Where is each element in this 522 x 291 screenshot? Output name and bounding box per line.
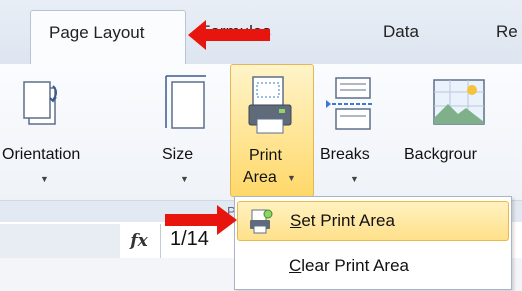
clear-print-area-label: Clear Print Area — [289, 256, 409, 276]
dropdown-arrow-icon: ▼ — [350, 174, 359, 184]
print-area-label-line2: Area — [243, 169, 277, 186]
background-icon — [433, 79, 485, 125]
dropdown-arrow-icon: ▼ — [40, 174, 49, 184]
size-button[interactable]: Size ▼ — [154, 64, 214, 194]
set-print-area-label: Set Print Area — [290, 211, 395, 231]
fx-label: fx — [130, 231, 148, 251]
breaks-icon — [326, 77, 374, 130]
set-print-area-item[interactable]: Set Print Area — [237, 201, 509, 241]
clear-print-area-text: lear Print Area — [301, 256, 410, 275]
print-area-button[interactable]: Print Area ▼ — [230, 64, 314, 197]
annotation-arrow-icon — [165, 205, 237, 235]
clear-print-area-item[interactable]: Clear Print Area — [237, 247, 509, 287]
orientation-icon — [23, 81, 57, 125]
tab-page-layout[interactable]: Page Layout — [30, 10, 186, 65]
tab-review-label: Re — [496, 22, 518, 41]
tab-review[interactable]: Re — [496, 22, 518, 42]
dropdown-arrow-icon: ▼ — [180, 174, 189, 184]
tab-page-layout-label: Page Layout — [49, 23, 145, 42]
insert-function-button[interactable]: fx — [118, 224, 161, 258]
annotation-arrow-icon — [188, 20, 270, 50]
set-print-area-text: et Print Area — [301, 211, 395, 230]
tab-data-label: Data — [383, 22, 419, 41]
dropdown-arrow-icon: ▼ — [287, 173, 296, 183]
orientation-button[interactable]: Orientation ▼ — [0, 64, 92, 194]
orientation-label: Orientation — [2, 146, 81, 163]
print-area-label-line1: Print — [249, 147, 282, 164]
background-label: Backgrour — [404, 146, 477, 163]
tab-data[interactable]: Data — [383, 22, 419, 42]
size-icon — [165, 75, 206, 129]
accel-key: C — [289, 256, 302, 275]
accel-key: S — [290, 211, 302, 230]
set-print-area-icon — [250, 209, 273, 234]
breaks-button[interactable]: Breaks ▼ — [316, 64, 394, 194]
name-box[interactable] — [0, 224, 120, 259]
size-label: Size — [162, 146, 194, 163]
background-button[interactable]: Backgrour — [400, 64, 522, 194]
print-area-menu: Set Print Area Clear Print Area — [234, 196, 512, 290]
breaks-label: Breaks — [320, 146, 370, 163]
print-area-icon — [248, 76, 292, 134]
